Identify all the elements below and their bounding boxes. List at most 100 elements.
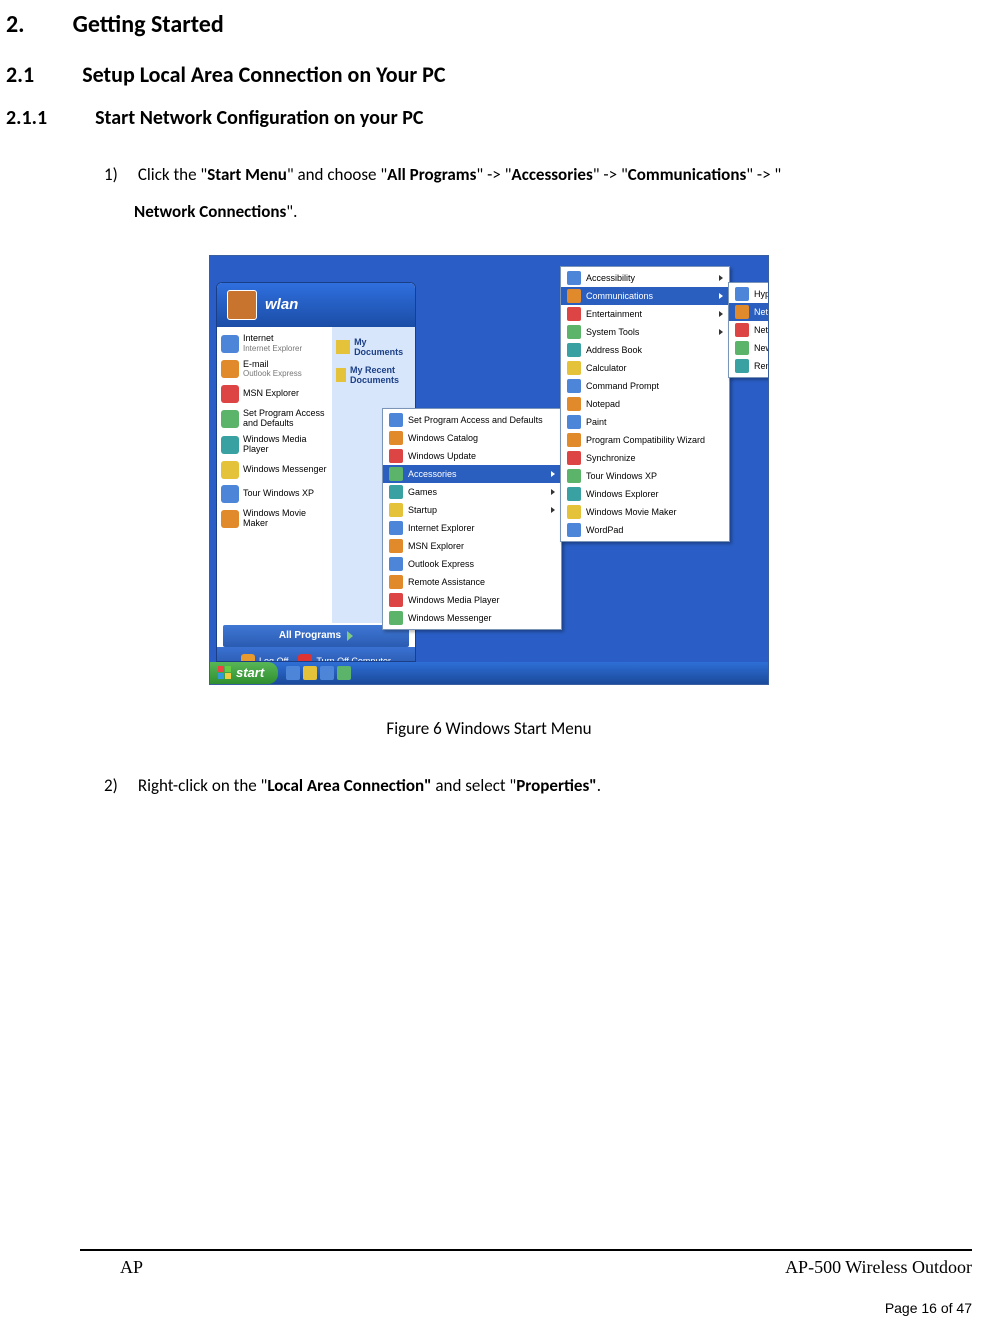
menu-item-label: Accessibility (586, 273, 635, 283)
menu-item-icon (567, 325, 581, 339)
app-icon (221, 436, 239, 454)
submenu-arrow-icon (719, 311, 723, 317)
accessories-menu-item[interactable]: Communications (561, 287, 729, 305)
app-icon (221, 385, 239, 403)
step-1-bold-all-programs: All Programs (387, 164, 476, 185)
start-menu-places-item[interactable]: My Documents (334, 333, 413, 361)
accessories-menu-item[interactable]: Program Compatibility Wizard (561, 431, 729, 449)
step-1-bold-accessories: Accessories (511, 164, 592, 185)
menu-item-icon (567, 397, 581, 411)
menu-item-icon (567, 469, 581, 483)
step-1-text-b: " and choose " (287, 164, 387, 185)
start-button[interactable]: start (210, 662, 278, 684)
menu-item-label: Tour Windows XP (586, 471, 657, 481)
all-programs-menu-item[interactable]: Games (383, 483, 561, 501)
menu-item-label: Paint (586, 417, 607, 427)
quick-launch[interactable] (286, 666, 351, 680)
quick-launch-icon[interactable] (320, 666, 334, 680)
menu-item-icon (567, 307, 581, 321)
menu-item-label: Command Prompt (586, 381, 659, 391)
menu-item-icon (389, 575, 403, 589)
submenu-arrow-icon (719, 329, 723, 335)
all-programs-menu-item[interactable]: Startup (383, 501, 561, 519)
start-menu-item-sub: Internet Explorer (243, 344, 302, 353)
submenu-arrow-icon (719, 275, 723, 281)
app-icon (221, 360, 239, 378)
communications-menu-item[interactable]: Network Connections (729, 303, 769, 321)
start-menu-item-label: E-mail (243, 359, 269, 369)
start-menu-item[interactable]: Windows Media Player (219, 432, 330, 458)
start-menu-places-item[interactable]: My Recent Documents (334, 361, 413, 389)
menu-item-icon (389, 521, 403, 535)
all-programs-menu-item[interactable]: MSN Explorer (383, 537, 561, 555)
start-menu-item[interactable]: Windows Movie Maker (219, 506, 330, 532)
all-programs-menu-item[interactable]: Windows Messenger (383, 609, 561, 627)
menu-item-label: New Connection Wizard (754, 343, 769, 353)
step-1-text-a: Click the " (138, 164, 207, 185)
menu-item-label: Windows Messenger (408, 613, 492, 623)
power-icon (298, 654, 312, 662)
menu-item-icon (567, 361, 581, 375)
all-programs-menu-item[interactable]: Windows Media Player (383, 591, 561, 609)
accessories-menu-item[interactable]: Command Prompt (561, 377, 729, 395)
communications-menu-item[interactable]: HyperTerminal (729, 285, 769, 303)
quick-launch-icon[interactable] (286, 666, 300, 680)
accessories-menu-item[interactable]: Windows Explorer (561, 485, 729, 503)
accessories-menu-item[interactable]: Entertainment (561, 305, 729, 323)
accessories-menu-item[interactable]: System Tools (561, 323, 729, 341)
all-programs-menu-item[interactable]: Remote Assistance (383, 573, 561, 591)
folder-icon (336, 340, 350, 354)
start-menu-footer: Log Off Turn Off Computer (217, 647, 415, 662)
all-programs-menu-item[interactable]: Outlook Express (383, 555, 561, 573)
heading-1: 2.Getting Started (6, 10, 972, 39)
figure-caption: Figure 6 Windows Start Menu (6, 718, 972, 739)
accessories-menu-item[interactable]: Windows Movie Maker (561, 503, 729, 521)
menu-item-label: Program Compatibility Wizard (586, 435, 705, 445)
accessories-menu-item[interactable]: Notepad (561, 395, 729, 413)
step-2-text-b: and select " (432, 775, 517, 796)
start-menu-item[interactable]: MSN Explorer (219, 382, 330, 406)
quick-launch-icon[interactable] (303, 666, 317, 680)
step-2-bold-lac: Local Area Connection" (267, 775, 431, 796)
communications-menu[interactable]: HyperTerminalNetwork ConnectionsNetwork … (728, 282, 769, 378)
menu-item-icon (389, 593, 403, 607)
start-menu-item-label: Internet (243, 333, 274, 343)
accessories-menu-item[interactable]: Tour Windows XP (561, 467, 729, 485)
all-programs-menu-item[interactable]: Set Program Access and Defaults (383, 411, 561, 429)
accessories-menu-item[interactable]: Address Book (561, 341, 729, 359)
all-programs-menu-item[interactable]: Windows Catalog (383, 429, 561, 447)
accessories-menu-item[interactable]: WordPad (561, 521, 729, 539)
accessories-menu-item[interactable]: Paint (561, 413, 729, 431)
taskbar[interactable]: start (210, 662, 768, 684)
footer-left: AP (80, 1257, 143, 1278)
start-menu-item[interactable]: Windows Messenger (219, 458, 330, 482)
all-programs-menu-item[interactable]: Windows Update (383, 447, 561, 465)
communications-menu-item[interactable]: Network Setup Wizard (729, 321, 769, 339)
all-programs-menu-item[interactable]: Internet Explorer (383, 519, 561, 537)
step-1-text-e: " -> " (746, 164, 781, 185)
communications-menu-item[interactable]: Remote Desktop Connection (729, 357, 769, 375)
all-programs-menu-item[interactable]: Accessories (383, 465, 561, 483)
start-menu-item[interactable]: E-mailOutlook Express (219, 357, 330, 383)
accessories-menu-item[interactable]: Calculator (561, 359, 729, 377)
communications-menu-item[interactable]: New Connection Wizard (729, 339, 769, 357)
menu-item-label: Remote Desktop Connection (754, 361, 769, 371)
turnoff-button[interactable]: Turn Off Computer (298, 654, 391, 662)
start-menu-item[interactable]: Set Program Access and Defaults (219, 406, 330, 432)
start-menu-item[interactable]: InternetInternet Explorer (219, 331, 330, 357)
accessories-menu[interactable]: Accessibility CommunicationsEntertainment… (560, 266, 730, 542)
start-menu-item[interactable]: Tour Windows XP (219, 482, 330, 506)
quick-launch-icon[interactable] (337, 666, 351, 680)
start-menu-item-label: Tour Windows XP (243, 488, 314, 498)
start-menu-pinned-col: InternetInternet ExplorerE-mailOutlook E… (217, 327, 332, 623)
logoff-button[interactable]: Log Off (241, 654, 288, 662)
h2-text: Setup Local Area Connection on Your PC (82, 61, 445, 88)
menu-item-label: Windows Catalog (408, 433, 478, 443)
arrow-right-icon (347, 631, 353, 641)
accessories-menu-item[interactable]: Accessibility (561, 269, 729, 287)
menu-item-icon (389, 539, 403, 553)
accessories-menu-item[interactable]: Synchronize (561, 449, 729, 467)
h3-text: Start Network Configuration on your PC (95, 106, 423, 130)
menu-item-icon (567, 415, 581, 429)
all-programs-menu[interactable]: Set Program Access and Defaults Windows C… (382, 408, 562, 630)
